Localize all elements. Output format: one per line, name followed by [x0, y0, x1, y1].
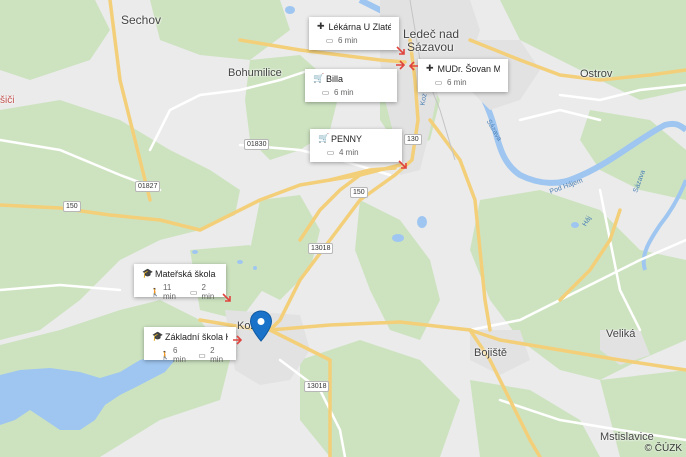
car-icon: ▭ [326, 148, 335, 157]
poi-card-mudr[interactable]: ✚MUDr. Šovan Mir... ▭ 6 min [418, 59, 508, 92]
poi-title: Lékárna U Zlatéh... [328, 21, 391, 32]
poi-drive-time: 6 min [334, 88, 354, 97]
place-label-mstislavice: Mstislavice [600, 431, 654, 443]
place-label-ostrov: Ostrov [580, 68, 613, 80]
place-label-bohumilice: Bohumilice [228, 67, 282, 79]
road-shield-01830: 01830 [244, 139, 270, 150]
pointer-arrow-icon [233, 335, 242, 345]
place-label-velika: Veliká [606, 328, 636, 340]
road-shield-150-west: 150 [63, 201, 81, 212]
place-label-bojiste: Bojiště [474, 347, 508, 359]
walk-icon: 🚶 [150, 287, 160, 297]
poi-title: Mateřská škola K... [155, 268, 218, 279]
poi-walk-time: 6 min [173, 346, 186, 364]
place-label-ledec-line1: Ledeč nad [403, 27, 460, 41]
poi-drive-time: 4 min [339, 148, 359, 157]
car-icon: ▭ [198, 350, 206, 360]
place-label-partial-west: šiči [0, 95, 15, 106]
poi-title: PENNY [331, 133, 363, 144]
pharmacy-icon: ✚ [317, 21, 325, 31]
cart-icon: 🛒 [318, 133, 330, 143]
poi-card-lekarna[interactable]: ✚Lékárna U Zlatéh... ▭ 6 min [309, 17, 399, 50]
poi-walk-time: 11 min [163, 283, 176, 301]
car-icon: ▭ [434, 78, 443, 87]
poi-drive-time: 2 min [201, 283, 215, 301]
school-icon: 🎓 [152, 331, 164, 341]
poi-title: Základní škola Ko... [165, 331, 228, 342]
poi-title: Billa [326, 73, 344, 84]
poi-title: MUDr. Šovan Mir... [437, 63, 500, 74]
pointer-arrow-icon [398, 160, 407, 169]
poi-drive-time: 2 min [210, 346, 224, 364]
road-shield-01827: 01827 [135, 181, 161, 192]
poi-drive-time: 6 min [447, 78, 467, 87]
place-label-ledec-line2: Sázavou [407, 40, 454, 54]
car-icon: ▭ [321, 88, 330, 97]
map-canvas[interactable]: Sechov Ledeč nad Sázavou Bohumilice Ostr… [0, 0, 686, 457]
poi-card-billa[interactable]: 🛒 Billa ▭ 6 min [305, 69, 397, 102]
pharmacy-icon: ✚ [426, 63, 434, 73]
poi-drive-time: 6 min [338, 36, 358, 45]
pointer-arrow-icon [409, 61, 418, 71]
road-shield-130: 130 [404, 134, 422, 145]
map-copyright: © ČÚZK [644, 443, 682, 454]
road-shield-13018-south: 13018 [304, 381, 330, 392]
location-pin-icon[interactable] [249, 310, 273, 342]
poi-card-materska-skola[interactable]: 🎓Mateřská škola K... 🚶11 min ▭2 min [134, 264, 226, 301]
car-icon: ▭ [325, 36, 334, 45]
poi-card-zakladni-skola[interactable]: 🎓Základní škola Ko... 🚶6 min ▭ 2 min [144, 327, 236, 364]
pointer-arrow-icon [222, 293, 231, 302]
road-shield-150-mid: 150 [350, 187, 368, 198]
pointer-arrow-icon [396, 60, 405, 70]
car-icon: ▭ [189, 287, 198, 297]
walk-icon: 🚶 [160, 350, 170, 360]
poi-card-penny[interactable]: 🛒 PENNY ▭ 4 min [310, 129, 402, 162]
school-icon: 🎓 [142, 268, 154, 278]
pointer-arrow-icon [396, 46, 405, 55]
cart-icon: 🛒 [313, 73, 325, 83]
road-shield-13018-north: 13018 [308, 243, 334, 254]
place-label-sechov: Sechov [121, 13, 162, 27]
